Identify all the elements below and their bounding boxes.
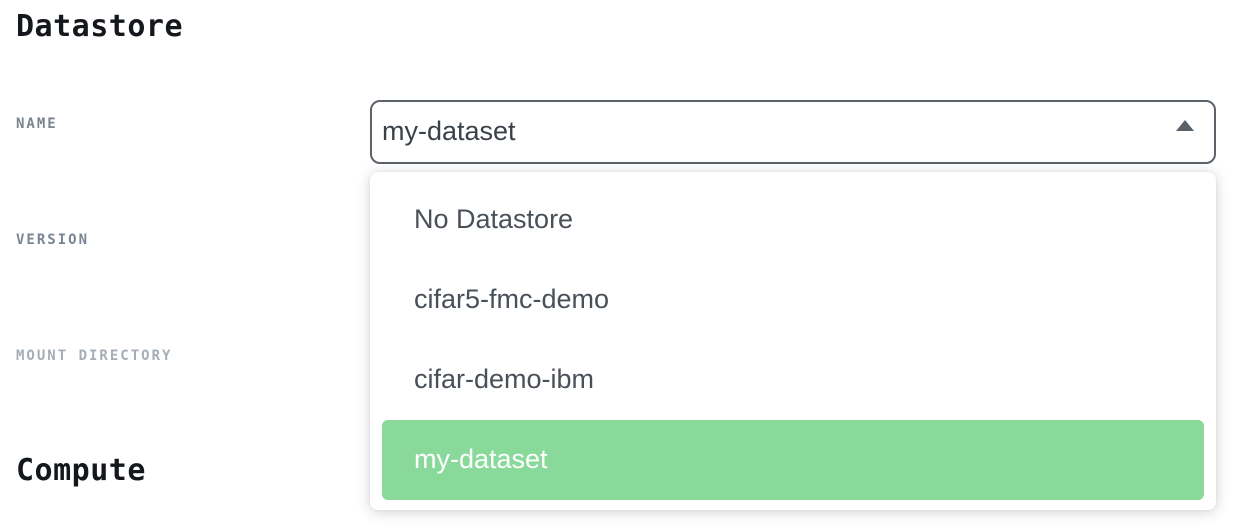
dropdown-option-no-datastore[interactable]: No Datastore	[382, 180, 1204, 260]
datastore-dropdown-menu: No Datastore cifar5-fmc-demo cifar-demo-…	[370, 172, 1216, 510]
option-label: cifar-demo-ibm	[414, 364, 595, 394]
dropdown-option-cifar-demo-ibm[interactable]: cifar-demo-ibm	[382, 340, 1204, 420]
mount-directory-label: MOUNT DIRECTORY	[16, 348, 173, 364]
compute-section-title: Compute	[16, 453, 146, 488]
datastore-name-select[interactable]: my-dataset	[370, 100, 1216, 164]
option-label: my-dataset	[414, 444, 548, 474]
version-label: VERSION	[16, 232, 90, 248]
datastore-section-title: Datastore	[16, 9, 184, 44]
dropdown-option-cifar5-fmc-demo[interactable]: cifar5-fmc-demo	[382, 260, 1204, 340]
name-label: NAME	[16, 116, 58, 132]
caret-up-icon[interactable]	[1176, 120, 1194, 131]
select-current-value: my-dataset	[382, 116, 516, 146]
dropdown-option-my-dataset[interactable]: my-dataset	[382, 420, 1204, 500]
option-label: No Datastore	[414, 204, 574, 234]
option-label: cifar5-fmc-demo	[414, 284, 610, 314]
